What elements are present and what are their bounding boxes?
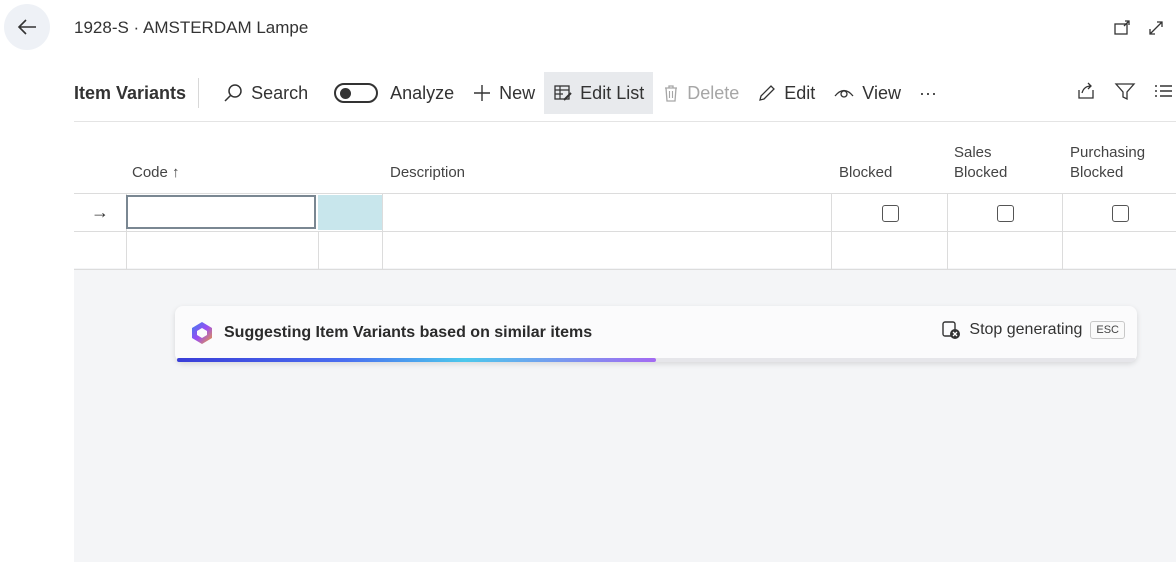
banner-message: Suggesting Item Variants based on simila… — [224, 324, 593, 341]
edit-list-button[interactable]: Edit List — [544, 72, 654, 114]
table-row[interactable] — [74, 231, 1176, 270]
column-header-code[interactable]: Code ↑ — [132, 163, 180, 183]
sales-blocked-line2: Blocked — [954, 164, 1008, 181]
action-bar-separator — [74, 121, 1176, 122]
page-title: 1928-S · AMSTERDAM Lampe — [74, 18, 309, 37]
share-icon[interactable] — [1076, 81, 1096, 106]
purchasing-blocked-cell[interactable] — [1062, 194, 1176, 231]
esc-key-hint: ESC — [1090, 321, 1125, 339]
grid-header: Code ↑ Description Blocked Sales Blocked… — [74, 130, 1176, 193]
filter-icon[interactable] — [1114, 81, 1136, 106]
divider — [198, 78, 200, 108]
blocked-checkbox[interactable] — [881, 204, 899, 222]
stop-generating-label: Stop generating — [969, 321, 1083, 338]
search-button[interactable]: Search — [213, 72, 317, 114]
new-button[interactable]: New — [463, 72, 544, 114]
sales-blocked-line1: Sales — [954, 144, 992, 161]
purchasing-blocked-checkbox[interactable] — [1111, 204, 1129, 222]
analyze-toggle[interactable]: Analyze — [325, 72, 463, 114]
pencil-icon — [759, 85, 776, 101]
edit-button[interactable]: Edit — [748, 72, 824, 114]
progress-track — [177, 358, 1135, 362]
code-input[interactable] — [126, 195, 316, 229]
analyze-label: Analyze — [390, 82, 455, 103]
selected-cell[interactable] — [318, 195, 382, 230]
item-variants-grid: Code ↑ Description Blocked Sales Blocked… — [74, 130, 1176, 270]
more-options-label: ··· — [918, 82, 937, 103]
eye-icon — [834, 89, 854, 98]
edit-list-label: Edit List — [580, 82, 645, 103]
search-icon — [224, 84, 242, 102]
purchasing-blocked-line2: Blocked — [1070, 164, 1124, 181]
stop-generating-button[interactable]: Stop generating ESC — [941, 320, 1125, 340]
stop-icon — [942, 321, 961, 339]
open-in-new-window-icon[interactable] — [1112, 18, 1132, 38]
search-label: Search — [251, 82, 309, 103]
copilot-suggestion-banner: Suggesting Item Variants based on simila… — [175, 306, 1137, 362]
trash-icon — [665, 85, 678, 102]
list-icon[interactable] — [1154, 83, 1172, 104]
edit-label: Edit — [784, 82, 816, 103]
sales-blocked-checkbox[interactable] — [997, 204, 1014, 222]
edit-list-icon — [554, 85, 572, 101]
back-button[interactable] — [4, 4, 50, 50]
column-header-sales-blocked[interactable]: Sales Blocked — [954, 143, 1007, 183]
column-header-description[interactable]: Description — [390, 163, 465, 183]
expand-icon[interactable] — [1146, 18, 1166, 38]
progress-fill — [177, 358, 656, 362]
purchasing-blocked-line1: Purchasing — [1070, 144, 1146, 161]
view-button[interactable]: View — [824, 72, 910, 114]
copilot-logo-icon — [189, 320, 215, 351]
description-cell[interactable] — [382, 194, 831, 231]
table-row[interactable]: → — [74, 193, 1176, 231]
new-label: New — [499, 82, 536, 103]
action-bar: Item Variants Search Analyze New Edit Li… — [74, 72, 1176, 114]
more-options-button[interactable]: ··· — [910, 72, 946, 114]
toggle-switch[interactable] — [334, 83, 379, 103]
column-header-blocked[interactable]: Blocked — [839, 163, 892, 183]
arrow-left-icon — [17, 19, 36, 35]
view-label: View — [862, 82, 901, 103]
row-indicator: → — [91, 202, 109, 222]
delete-button[interactable]: Delete — [653, 72, 748, 114]
plus-icon — [474, 85, 491, 101]
delete-label: Delete — [687, 82, 740, 103]
column-header-purchasing-blocked[interactable]: Purchasing Blocked — [1070, 143, 1145, 183]
blocked-cell[interactable] — [831, 194, 947, 231]
sales-blocked-cell[interactable] — [947, 194, 1062, 231]
action-bar-title: Item Variants — [74, 82, 187, 103]
